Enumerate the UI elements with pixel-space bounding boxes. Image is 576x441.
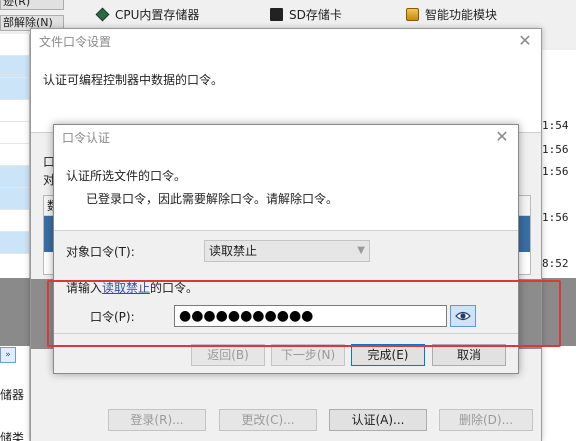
time-cell: 1:56 bbox=[542, 165, 569, 178]
login-button[interactable]: 登录(R)... bbox=[108, 409, 206, 431]
close-icon[interactable]: ✕ bbox=[517, 33, 533, 49]
next-button[interactable]: 下一步(N) bbox=[271, 344, 345, 366]
expand-icon[interactable]: » bbox=[0, 347, 16, 363]
storage-tab-module[interactable]: 智能功能模块 bbox=[406, 6, 497, 23]
authenticate-button[interactable]: 认证(A)... bbox=[329, 409, 427, 431]
list-item[interactable] bbox=[0, 232, 29, 254]
change-button[interactable]: 更改(C)... bbox=[219, 409, 317, 431]
time-cell: 8:52 bbox=[542, 257, 569, 270]
chevron-down-icon: ▼ bbox=[357, 245, 365, 256]
close-icon[interactable]: ✕ bbox=[494, 129, 510, 145]
storage-tab-sd[interactable]: SD存储卡 bbox=[270, 6, 342, 23]
highlight-annotation bbox=[47, 280, 561, 347]
time-cell: 1:56 bbox=[542, 211, 569, 224]
list-item[interactable] bbox=[0, 166, 29, 188]
auth-instruction: 已登录口令，因此需要解除口令。请解除口令。 bbox=[86, 192, 339, 206]
sd-card-icon bbox=[270, 8, 283, 21]
target-password-label: 对象口令(T): bbox=[66, 245, 135, 259]
dialog-title: 口令认证 bbox=[54, 125, 518, 151]
list-item[interactable] bbox=[0, 78, 29, 100]
delete-button[interactable]: 删除(D)... bbox=[439, 409, 533, 431]
dialog-header bbox=[31, 55, 541, 133]
list-item[interactable] bbox=[0, 188, 29, 210]
dialog-title: 文件口令设置 bbox=[31, 29, 541, 55]
list-item[interactable] bbox=[0, 34, 29, 56]
dialog-description: 认证可编程控制器中数据的口令。 bbox=[43, 73, 224, 87]
left-label-storage: 储器 bbox=[0, 388, 25, 402]
list-item[interactable] bbox=[0, 56, 29, 78]
cancel-button[interactable]: 取消 bbox=[432, 344, 506, 366]
list-item[interactable] bbox=[0, 100, 29, 122]
finish-button[interactable]: 完成(E) bbox=[351, 344, 425, 366]
target-password-select[interactable]: 读取禁止 ▼ bbox=[204, 240, 370, 262]
cpu-icon bbox=[95, 7, 110, 22]
module-icon bbox=[406, 8, 419, 21]
list-item[interactable] bbox=[0, 122, 29, 144]
left-file-list bbox=[0, 34, 30, 441]
gray-panel bbox=[0, 278, 30, 346]
list-item[interactable] bbox=[0, 144, 29, 166]
left-label-type: 储类 bbox=[0, 431, 25, 441]
auth-message: 认证所选文件的口令。 bbox=[66, 169, 187, 183]
list-item[interactable] bbox=[0, 210, 29, 232]
storage-tab-cpu[interactable]: CPU内置存储器 bbox=[95, 6, 199, 23]
time-cell: 1:56 bbox=[542, 143, 569, 156]
right-time-column bbox=[542, 50, 576, 441]
trace-button[interactable]: 迹(R) bbox=[0, 0, 64, 10]
back-button[interactable]: 返回(B) bbox=[191, 344, 265, 366]
time-cell: 1:54 bbox=[542, 119, 569, 132]
